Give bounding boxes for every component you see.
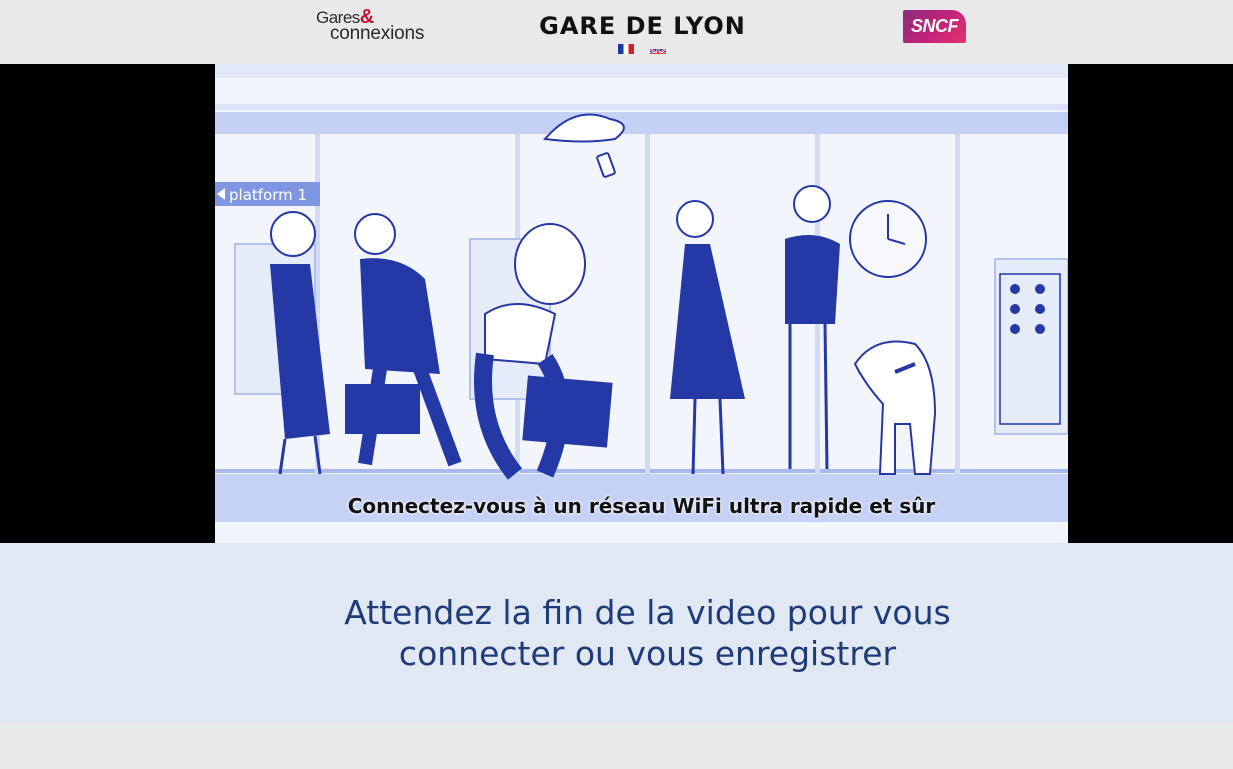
header: Gares& connexions GARE DE LYON SNCF: [0, 0, 1233, 64]
video-subtitle: Connectez-vous à un réseau WiFi ultra ra…: [347, 494, 936, 518]
flag-uk-icon[interactable]: [650, 44, 666, 54]
video-frame[interactable]: platform 1 Connectez-vous à un réseau Wi…: [215, 64, 1068, 543]
gares-connexions-logo: Gares& connexions: [316, 6, 425, 44]
wait-message: Attendez la fin de la video pour vous co…: [344, 593, 951, 673]
clock-icon: [849, 200, 927, 278]
video-player: platform 1 Connectez-vous à un réseau Wi…: [0, 64, 1233, 543]
station-title: GARE DE LYON: [539, 12, 746, 40]
info-panel: Attendez la fin de la video pour vous co…: [0, 543, 1233, 722]
station-illustration: platform 1: [215, 64, 1068, 543]
svg-text:platform 1: platform 1: [229, 186, 307, 204]
flag-fr-icon[interactable]: [618, 44, 634, 54]
sncf-logo: SNCF: [903, 10, 966, 43]
